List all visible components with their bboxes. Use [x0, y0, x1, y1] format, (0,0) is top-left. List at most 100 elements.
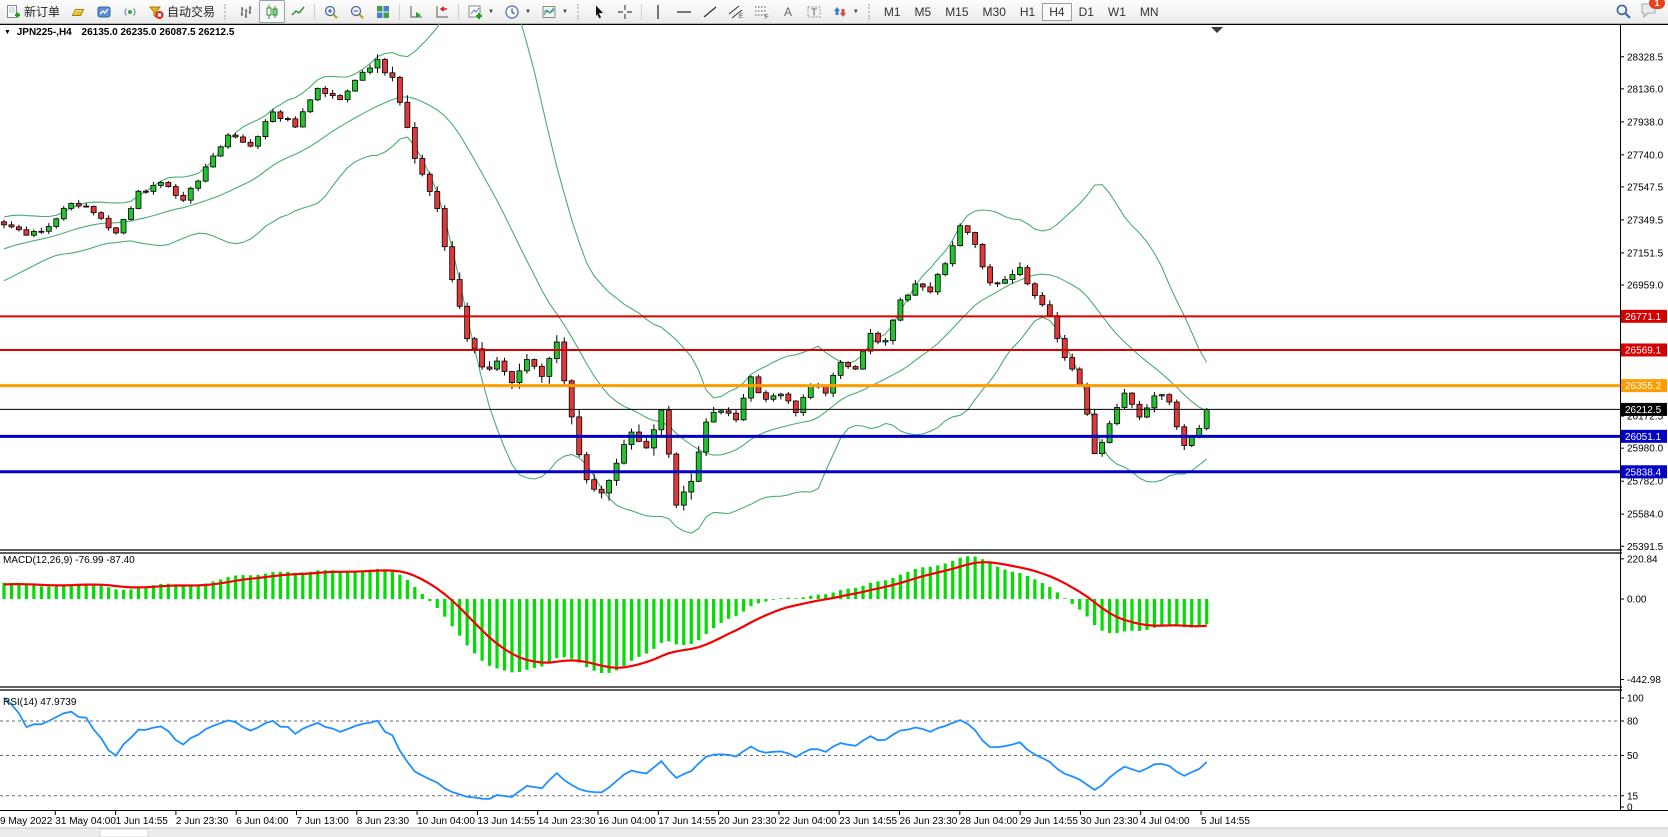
price-badge-label: 26212.5	[1625, 405, 1662, 416]
add-indicator-icon	[467, 4, 483, 20]
time-tick-label: 4 Jul 04:00	[1141, 816, 1190, 827]
time-tick-label: 10 Jun 04:00	[417, 816, 475, 827]
toolbar-right-tools: 1	[1615, 2, 1668, 21]
candlestick-icon	[264, 4, 280, 20]
bar-chart-icon	[238, 4, 254, 20]
tile-windows-button[interactable]	[370, 0, 396, 23]
time-tick-label: 9 May 2022	[0, 816, 53, 827]
auto-scroll-icon	[408, 4, 424, 20]
time-tick-label: 2 Jun 23:30	[176, 816, 229, 827]
timeframe-D1[interactable]: D1	[1072, 3, 1101, 21]
price-tick-label: 26959.0	[1627, 281, 1664, 292]
svg-text:F: F	[765, 15, 769, 20]
candlestick-chart-button[interactable]	[259, 0, 285, 23]
fibonacci-button[interactable]: F	[749, 0, 775, 23]
rsi-indicator-label: RSI(14) 47.9739	[3, 697, 76, 708]
price-badge-label: 25838.4	[1625, 467, 1662, 478]
vertical-line-button[interactable]	[645, 0, 671, 23]
timeframe-M5[interactable]: M5	[908, 3, 939, 21]
mt4-terminal: 新订单 自动交易	[0, 0, 1668, 837]
templates-button[interactable]: ▼	[536, 0, 573, 23]
price-tick-label: 27349.5	[1627, 215, 1664, 226]
horizontal-line-icon	[676, 4, 692, 20]
toolbar-separator	[314, 4, 315, 20]
chart-shift-button[interactable]	[429, 0, 455, 23]
zoom-out-button[interactable]	[344, 0, 370, 23]
time-tick-label: 14 Jun 23:30	[538, 816, 596, 827]
chevron-down-icon: ▼	[525, 9, 531, 15]
template-chart-icon	[541, 4, 557, 20]
cursor-button[interactable]	[586, 0, 612, 23]
tile-windows-icon	[375, 4, 391, 20]
arrows-icon	[832, 4, 848, 20]
price-tick-label: 27740.0	[1627, 150, 1664, 161]
equidistant-channel-button[interactable]: E	[723, 0, 749, 23]
search-icon[interactable]	[1615, 3, 1632, 20]
auto-trading-button[interactable]: 自动交易	[143, 0, 220, 23]
trendline-button[interactable]	[697, 0, 723, 23]
price-badge-label: 26771.1	[1625, 312, 1662, 323]
chevron-down-icon: ▼	[853, 9, 859, 15]
macd-indicator-label: MACD(12,26,9) -76.99 -87.40	[3, 555, 135, 566]
zoom-in-button[interactable]	[318, 0, 344, 23]
data-window-button[interactable]	[91, 0, 117, 23]
price-badge-label: 26051.1	[1625, 432, 1662, 443]
timeframe-M15[interactable]: M15	[938, 3, 975, 21]
fibonacci-icon: F	[754, 4, 770, 20]
price-tick-label: 28136.0	[1627, 84, 1664, 95]
svg-text:T: T	[811, 7, 817, 18]
auto-scroll-button[interactable]	[403, 0, 429, 23]
new-order-icon	[5, 4, 21, 20]
time-tick-label: 17 Jun 14:55	[658, 816, 716, 827]
chart-title: ▼ JPN225-,H4 26135.0 26235.0 26087.5 262…	[4, 27, 234, 38]
time-tick-label: 29 Jun 14:55	[1020, 816, 1078, 827]
time-tick-label: 22 Jun 04:00	[779, 816, 837, 827]
timeframe-H4[interactable]: H4	[1042, 3, 1071, 21]
symbol-period-label: JPN225-,H4	[17, 27, 72, 38]
timeframe-W1[interactable]: W1	[1101, 3, 1133, 21]
timeframe-H1[interactable]: H1	[1013, 3, 1042, 21]
gold-icon	[70, 4, 86, 20]
market-watch-button[interactable]	[65, 0, 91, 23]
price-tick-label: 25584.0	[1627, 510, 1664, 521]
timeframe-M30[interactable]: M30	[976, 3, 1013, 21]
timeframe-MN[interactable]: MN	[1133, 3, 1166, 21]
price-tick-label: 27938.0	[1627, 117, 1664, 128]
arrows-button[interactable]: ▼	[827, 0, 864, 23]
indicators-button[interactable]: ▼	[462, 0, 499, 23]
crosshair-button[interactable]	[612, 0, 638, 23]
time-tick-label: 5 Jul 14:55	[1201, 816, 1250, 827]
toolbar-grip	[224, 4, 229, 20]
horizontal-line-button[interactable]	[671, 0, 697, 23]
chart-canvas[interactable]: 28328.528136.027938.027740.027547.527349…	[0, 24, 1668, 837]
zoom-out-icon	[349, 4, 365, 20]
profile-chart-icon	[96, 4, 112, 20]
zoom-in-icon	[323, 4, 339, 20]
price-tick-label: 25391.5	[1627, 542, 1664, 553]
price-badge-label: 26569.1	[1625, 345, 1662, 356]
collapse-arrow-icon[interactable]: ▼	[4, 29, 11, 36]
text-button[interactable]: A	[775, 0, 801, 23]
periods-button[interactable]: ▼	[499, 0, 536, 23]
rsi-tick-label: 100	[1627, 694, 1644, 705]
status-strip-box	[100, 829, 148, 837]
chevron-down-icon: ▼	[488, 9, 494, 15]
text-label-button[interactable]: T	[801, 0, 827, 23]
svg-text:E: E	[739, 14, 743, 20]
time-tick-label: 6 Jun 04:00	[236, 816, 289, 827]
main-toolbar: 新订单 自动交易	[0, 0, 1668, 24]
time-tick-label: 28 Jun 04:00	[960, 816, 1018, 827]
new-order-button[interactable]: 新订单	[0, 0, 65, 23]
line-chart-button[interactable]	[285, 0, 311, 23]
time-tick-label: 13 Jun 14:55	[477, 816, 535, 827]
signal-icon	[122, 4, 138, 20]
status-strip	[0, 828, 1668, 837]
rsi-tick-label: 15	[1627, 791, 1639, 802]
vertical-line-icon	[650, 4, 666, 20]
notifications-button[interactable]: 1	[1640, 2, 1658, 21]
timeframe-M1[interactable]: M1	[877, 3, 908, 21]
bar-chart-button[interactable]	[233, 0, 259, 23]
signals-button[interactable]	[117, 0, 143, 23]
clock-icon	[504, 4, 520, 20]
price-tick-label: 25782.0	[1627, 477, 1664, 488]
